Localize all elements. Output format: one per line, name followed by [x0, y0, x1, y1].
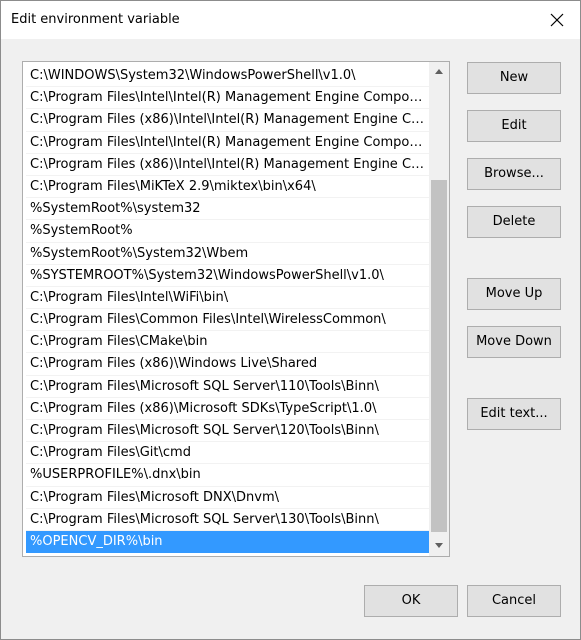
chevron-up-icon	[435, 69, 443, 74]
chevron-down-icon	[435, 543, 443, 548]
list-item[interactable]: C:\Program Files (x86)\Intel\Intel(R) Ma…	[26, 109, 430, 132]
dialog-title: Edit environment variable	[11, 12, 180, 27]
list-item[interactable]: C:\Program Files (x86)\Microsoft SDKs\Ty…	[26, 398, 430, 420]
list-item[interactable]: %SystemRoot%\System32\Wbem	[26, 243, 430, 265]
list-item[interactable]: C:\WINDOWS\System32\WindowsPowerShell\v1…	[26, 65, 430, 88]
list-item[interactable]: C:\Program Files (x86)\Intel\Intel(R) Ma…	[26, 154, 430, 176]
list-item[interactable]: C:\Program Files\Git\cmd	[26, 442, 430, 465]
path-list[interactable]: C:\WINDOWS\System32\WindowsPowerShell\v1…	[22, 61, 450, 557]
title-bar: Edit environment variable	[1, 1, 580, 39]
scroll-thumb[interactable]	[431, 180, 447, 532]
edit-text-button[interactable]: Edit text...	[467, 398, 561, 430]
list-item[interactable]: C:\Program Files\Microsoft DNX\Dnvm\	[26, 487, 430, 509]
list-item[interactable]: C:\Program Files\Microsoft SQL Server\13…	[26, 509, 430, 531]
list-item[interactable]: %SystemRoot%	[26, 220, 430, 243]
edit-button[interactable]: Edit	[467, 110, 561, 142]
ok-button[interactable]: OK	[364, 585, 458, 617]
list-item[interactable]: C:\Program Files\Intel\WiFi\bin\	[26, 287, 430, 310]
close-icon	[550, 13, 564, 27]
list-item[interactable]: C:\Program Files\Microsoft SQL Server\12…	[26, 420, 430, 443]
list-item[interactable]: C:\Program Files\Intel\Intel(R) Manageme…	[26, 87, 430, 110]
list-item[interactable]: %SystemRoot%\system32	[26, 198, 430, 221]
list-item[interactable]: %SYSTEMROOT%\System32\WindowsPowerShell\…	[26, 265, 430, 287]
list-item[interactable]: C:\Program Files\Common Files\Intel\Wire…	[26, 309, 430, 332]
path-list-rows: C:\WINDOWS\System32\WindowsPowerShell\v1…	[26, 65, 430, 554]
list-item[interactable]: %USERPROFILE%\.dnx\bin	[26, 464, 430, 487]
new-button[interactable]: New	[467, 62, 561, 94]
move-down-button[interactable]: Move Down	[467, 326, 561, 358]
list-item[interactable]: C:\Program Files\Microsoft SQL Server\11…	[26, 376, 430, 398]
cancel-button[interactable]: Cancel	[467, 585, 561, 617]
list-item[interactable]: C:\Program Files\CMake\bin	[26, 331, 430, 354]
list-item[interactable]: C:\Program Files\Intel\Intel(R) Manageme…	[26, 132, 430, 154]
scroll-up-button[interactable]	[429, 62, 449, 82]
list-item[interactable]: C:\Program Files\MiKTeX 2.9\miktex\bin\x…	[26, 176, 430, 199]
browse-button[interactable]: Browse...	[467, 158, 561, 190]
list-item[interactable]: C:\Program Files (x86)\Windows Live\Shar…	[26, 353, 430, 376]
close-button[interactable]	[534, 1, 580, 39]
delete-button[interactable]: Delete	[467, 206, 561, 238]
list-item-selected[interactable]: %OPENCV_DIR%\bin	[26, 530, 430, 554]
move-up-button[interactable]: Move Up	[467, 278, 561, 310]
edit-environment-variable-dialog: Edit environment variable C:\WINDOWS\Sys…	[0, 0, 581, 640]
vertical-scrollbar[interactable]	[429, 62, 449, 556]
scroll-down-button[interactable]	[429, 536, 449, 556]
